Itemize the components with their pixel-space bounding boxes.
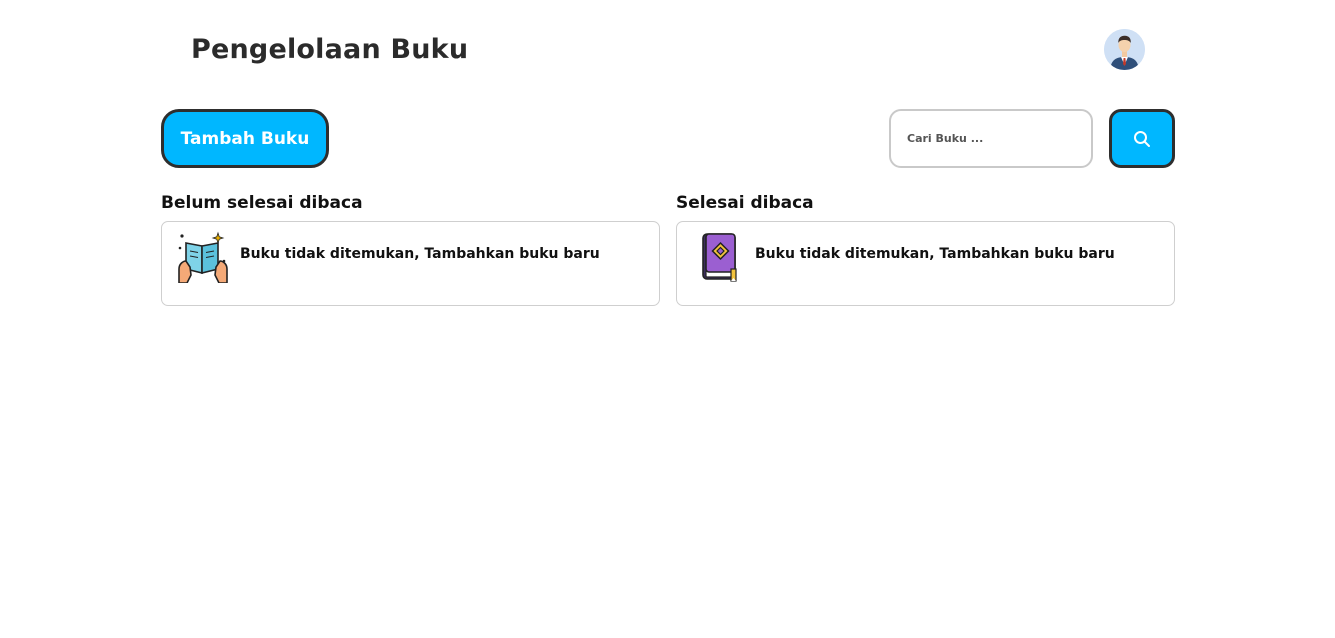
- finished-empty-message: Buku tidak ditemukan, Tambahkan buku bar…: [755, 246, 1115, 262]
- search-input[interactable]: [889, 109, 1093, 168]
- open-book-reading-icon: [178, 231, 228, 283]
- search-icon: [1134, 130, 1150, 147]
- user-avatar-icon[interactable]: [1104, 29, 1145, 70]
- search-button[interactable]: [1109, 109, 1175, 168]
- add-book-button[interactable]: Tambah Buku: [161, 109, 329, 168]
- page-title: Pengelolaan Buku: [191, 34, 469, 65]
- unread-section-title: Belum selesai dibaca: [161, 193, 363, 213]
- unread-empty-message: Buku tidak ditemukan, Tambahkan buku bar…: [240, 246, 600, 262]
- finished-section-title: Selesai dibaca: [676, 193, 814, 213]
- unread-books-list: Buku tidak ditemukan, Tambahkan buku bar…: [161, 221, 660, 306]
- page: Pengelolaan Buku Tambah Buku Belum seles…: [0, 0, 1335, 638]
- finished-books-list: Buku tidak ditemukan, Tambahkan buku bar…: [676, 221, 1175, 306]
- closed-book-icon: [702, 233, 737, 282]
